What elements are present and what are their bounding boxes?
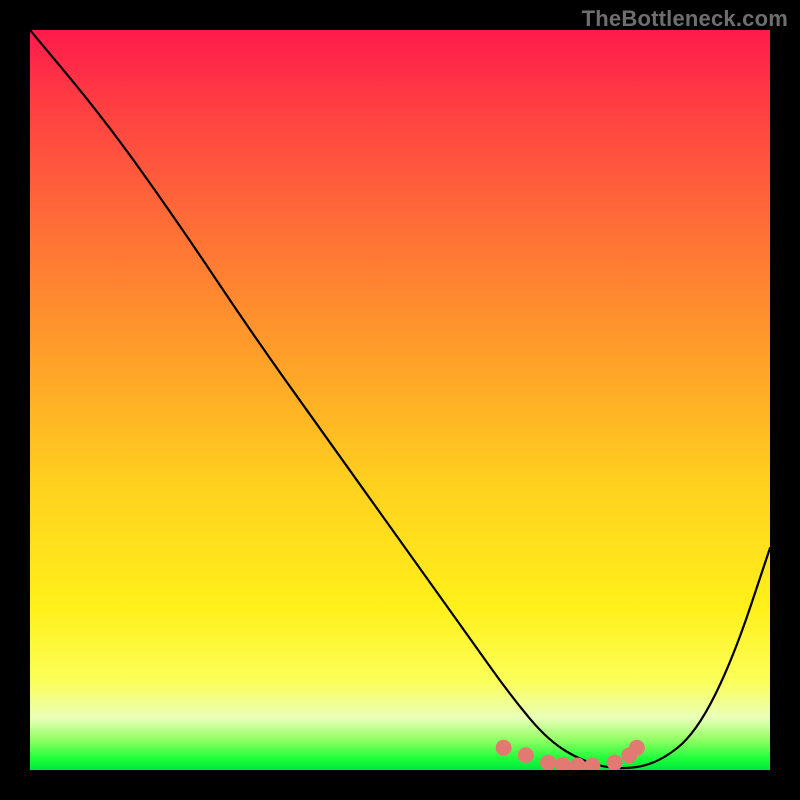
highlight-dot — [496, 740, 512, 756]
highlight-dot — [555, 757, 571, 770]
highlight-dot — [584, 758, 600, 770]
chart-svg — [30, 30, 770, 770]
plot-area — [30, 30, 770, 770]
watermark-text: TheBottleneck.com — [582, 6, 788, 32]
highlight-dot — [607, 755, 623, 770]
curve-line — [30, 30, 770, 768]
chart-frame: TheBottleneck.com — [0, 0, 800, 800]
highlight-dot — [540, 755, 556, 770]
highlight-dot — [518, 747, 534, 763]
highlight-dot — [629, 740, 645, 756]
